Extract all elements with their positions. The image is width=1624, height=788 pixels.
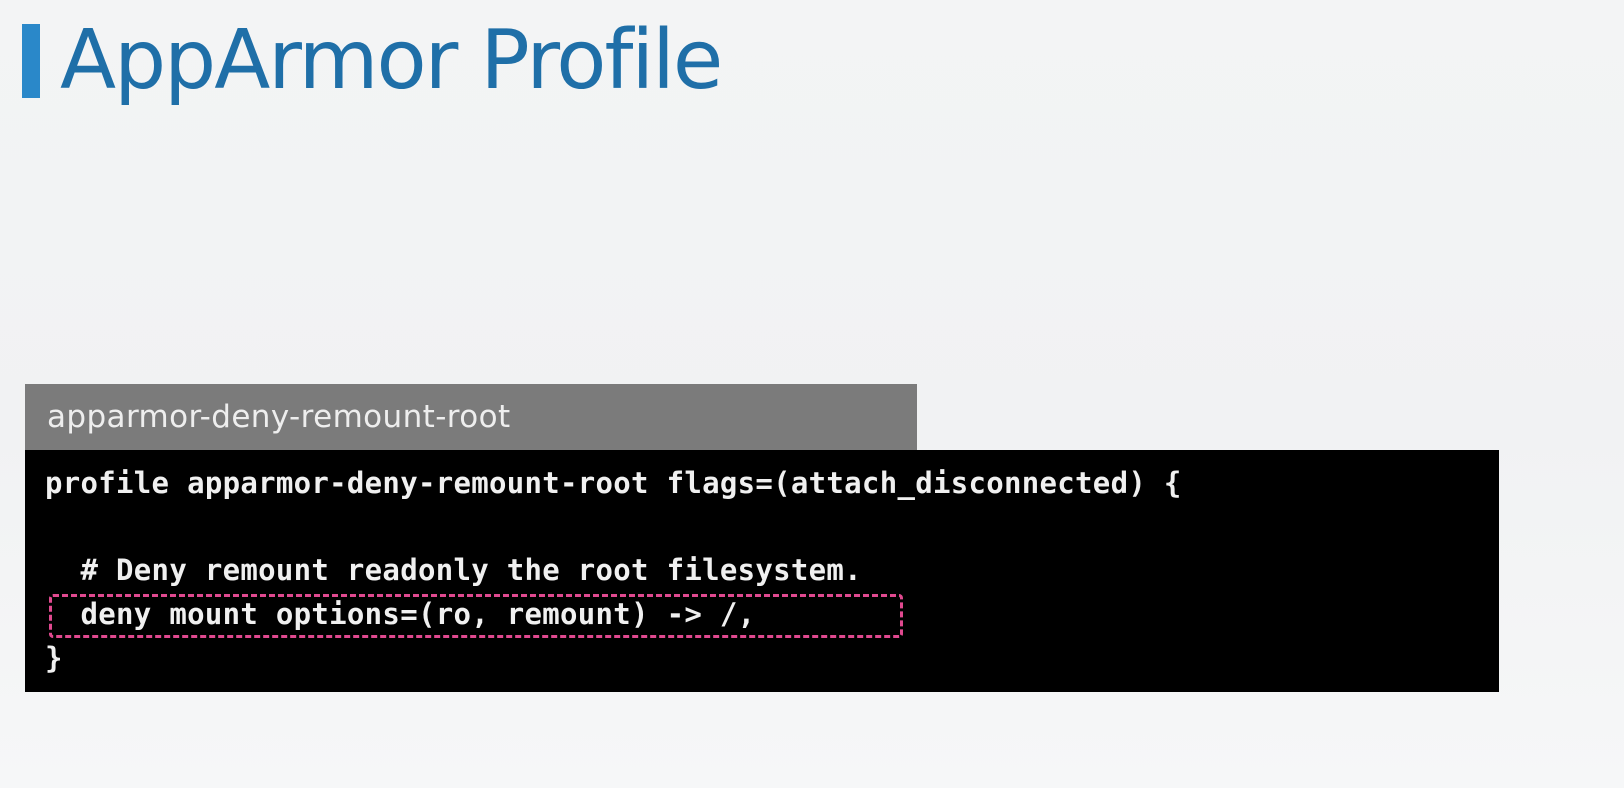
page-title: AppArmor Profile xyxy=(60,13,723,108)
code-line: profile apparmor-deny-remount-root flags… xyxy=(45,466,1182,500)
file-name-tab: apparmor-deny-remount-root xyxy=(25,384,917,450)
code-comment-line: # Deny remount readonly the root filesys… xyxy=(45,553,862,587)
title-accent-bar xyxy=(22,24,40,98)
slide-title: AppArmor Profile xyxy=(22,13,723,108)
highlight-box xyxy=(49,594,903,638)
code-block: profile apparmor-deny-remount-root flags… xyxy=(25,450,1499,692)
code-closing-brace: } xyxy=(45,641,63,675)
